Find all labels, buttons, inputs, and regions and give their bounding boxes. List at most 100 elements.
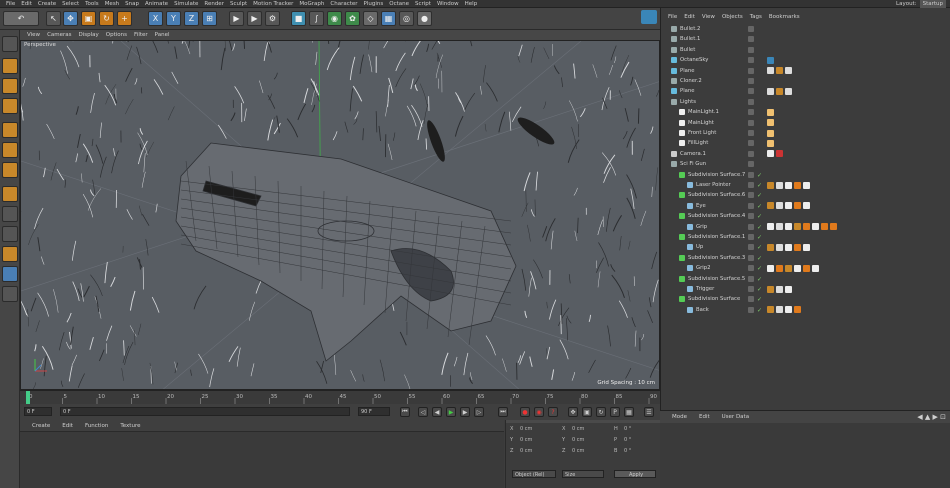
- frame-range-slider[interactable]: 0 F: [60, 407, 350, 416]
- object-row[interactable]: Subdivision Surface.6 ✓: [661, 190, 950, 200]
- next-frame-icon[interactable]: ▶: [460, 407, 470, 417]
- visibility-toggle-icon[interactable]: [748, 265, 754, 272]
- tag-icon[interactable]: [785, 67, 792, 75]
- visibility-toggle-icon[interactable]: [748, 57, 754, 64]
- layout-value[interactable]: Startup: [919, 0, 946, 8]
- object-row[interactable]: Plane: [661, 66, 950, 76]
- menu-item[interactable]: Render: [204, 0, 224, 8]
- visibility-toggle-icon[interactable]: [748, 306, 754, 313]
- object-row[interactable]: MainLight.1: [661, 107, 950, 117]
- z-axis-icon[interactable]: Z: [184, 11, 199, 26]
- pla-key-icon[interactable]: ▦: [624, 407, 634, 417]
- viewport-menu-item[interactable]: Display: [79, 30, 99, 40]
- tag-icon[interactable]: [812, 223, 819, 231]
- visibility-toggle-icon[interactable]: [748, 244, 754, 251]
- tag-icon[interactable]: [794, 306, 801, 314]
- cube-icon[interactable]: ■: [291, 11, 306, 26]
- camera-icon[interactable]: ◎: [399, 11, 414, 26]
- visibility-toggle-icon[interactable]: [748, 140, 754, 147]
- menu-item[interactable]: Script: [415, 0, 431, 8]
- scale-key-icon[interactable]: ▣: [582, 407, 592, 417]
- material-menu-item[interactable]: Texture: [120, 420, 140, 432]
- position-key-icon[interactable]: ✥: [568, 407, 578, 417]
- visibility-toggle-icon[interactable]: [748, 36, 754, 43]
- viewport-menu-item[interactable]: Filter: [134, 30, 148, 40]
- visibility-toggle-icon[interactable]: [748, 109, 754, 116]
- tag-icon[interactable]: [767, 150, 774, 158]
- render-picture-viewer-icon[interactable]: ▶: [247, 11, 262, 26]
- object-row[interactable]: Subdivision Surface.3 ✓: [661, 253, 950, 263]
- render-settings-icon[interactable]: ⚙: [265, 11, 280, 26]
- object-row[interactable]: Subdivision Surface.4 ✓: [661, 211, 950, 221]
- object-row[interactable]: Grip ✓: [661, 222, 950, 232]
- object-menu-item[interactable]: Bookmarks: [769, 10, 800, 24]
- tag-icon[interactable]: [776, 306, 783, 314]
- menu-item[interactable]: Octane: [389, 0, 409, 8]
- tag-icon[interactable]: [785, 181, 792, 189]
- visibility-toggle-icon[interactable]: [748, 202, 754, 209]
- menu-item[interactable]: Sculpt: [230, 0, 247, 8]
- menu-item[interactable]: Create: [38, 0, 56, 8]
- visibility-toggle-icon[interactable]: [748, 275, 754, 282]
- visibility-toggle-icon[interactable]: [748, 88, 754, 95]
- tag-icon[interactable]: [812, 264, 819, 272]
- go-to-end-icon[interactable]: ⏭: [498, 407, 508, 417]
- object-row[interactable]: Camera.1: [661, 149, 950, 159]
- record-icon[interactable]: ●: [520, 407, 530, 417]
- object-row[interactable]: OctaneSky: [661, 55, 950, 65]
- tag-icon[interactable]: [767, 119, 774, 127]
- axis-mode-icon[interactable]: [2, 186, 18, 202]
- coordinate-value[interactable]: 0 cm: [520, 437, 532, 443]
- object-row[interactable]: Lights: [661, 97, 950, 107]
- tag-icon[interactable]: [794, 264, 801, 272]
- visibility-toggle-icon[interactable]: [748, 26, 754, 32]
- coordinate-value[interactable]: 0 cm: [520, 426, 532, 432]
- object-row[interactable]: Laser Pointer ✓: [661, 180, 950, 190]
- end-frame-field[interactable]: 90 F: [358, 407, 390, 416]
- deformer-icon[interactable]: ◇: [363, 11, 378, 26]
- object-row[interactable]: FillLight: [661, 138, 950, 148]
- viewport-menu-item[interactable]: Options: [106, 30, 127, 40]
- tag-icon[interactable]: [767, 264, 774, 272]
- menu-item[interactable]: Window: [437, 0, 459, 8]
- object-row[interactable]: Sci Fi Gun: [661, 159, 950, 169]
- visibility-toggle-icon[interactable]: [748, 119, 754, 126]
- subdivision-icon[interactable]: ◉: [327, 11, 342, 26]
- object-row[interactable]: Plane: [661, 86, 950, 96]
- 3d-viewport[interactable]: Perspective Grid Spacing : 10 cm: [20, 40, 660, 390]
- coordinate-value[interactable]: 0 cm: [572, 448, 584, 454]
- coordinate-value[interactable]: 0 cm: [520, 448, 532, 454]
- render-view-icon[interactable]: ▶: [229, 11, 244, 26]
- play-icon[interactable]: ▶: [446, 407, 456, 417]
- tag-icon[interactable]: [785, 243, 792, 251]
- move-icon[interactable]: ✥: [63, 11, 78, 26]
- rotation-key-icon[interactable]: ↻: [596, 407, 606, 417]
- tag-icon[interactable]: [785, 306, 792, 314]
- visibility-toggle-icon[interactable]: [748, 192, 754, 199]
- tag-icon[interactable]: [803, 202, 810, 210]
- attribute-menu-item[interactable]: Edit: [699, 411, 710, 423]
- object-row[interactable]: Back ✓: [661, 305, 950, 315]
- keyframe-selection-icon[interactable]: ?: [548, 407, 558, 417]
- object-menu-item[interactable]: Edit: [684, 10, 695, 24]
- tag-icon[interactable]: [785, 87, 792, 95]
- timeline-menu-icon[interactable]: ☰: [644, 407, 654, 417]
- playhead[interactable]: [26, 391, 30, 405]
- tag-icon[interactable]: [767, 108, 774, 116]
- points-mode-icon[interactable]: [2, 122, 18, 138]
- material-area[interactable]: [20, 432, 504, 488]
- material-menu-item[interactable]: Create: [32, 420, 50, 432]
- menu-item[interactable]: Snap: [125, 0, 139, 8]
- tag-icon[interactable]: [767, 87, 774, 95]
- object-row[interactable]: Front Light: [661, 128, 950, 138]
- menu-item[interactable]: Mesh: [105, 0, 119, 8]
- tag-icon[interactable]: [794, 202, 801, 210]
- tag-icon[interactable]: [776, 150, 783, 158]
- edges-mode-icon[interactable]: [2, 142, 18, 158]
- tag-icon[interactable]: [794, 181, 801, 189]
- apply-button[interactable]: Apply: [614, 470, 656, 478]
- pen-icon[interactable]: ∫: [309, 11, 324, 26]
- object-menu-item[interactable]: View: [702, 10, 715, 24]
- coordinate-value[interactable]: 0 °: [624, 437, 631, 443]
- visibility-toggle-icon[interactable]: [748, 213, 754, 220]
